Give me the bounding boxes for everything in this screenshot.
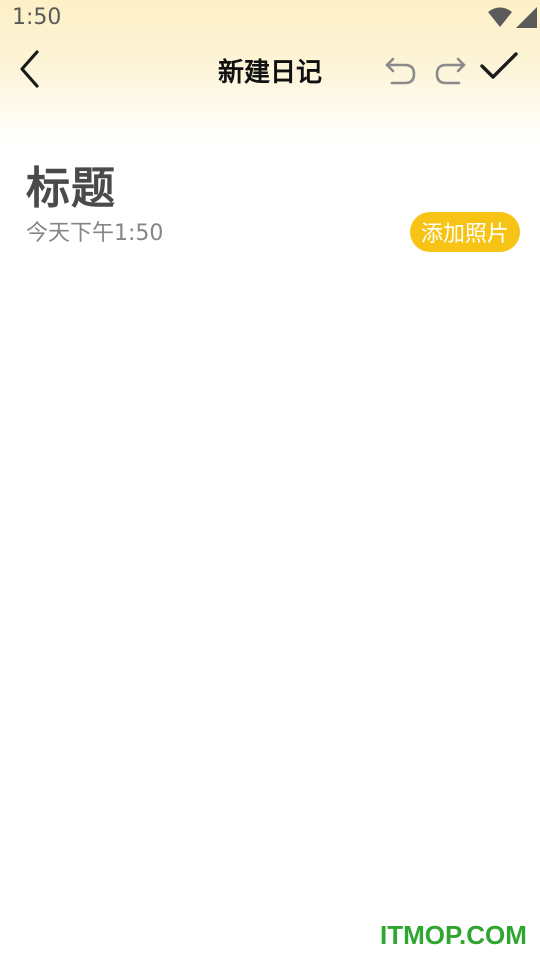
toolbar: 新建日记 [0, 40, 540, 100]
checkmark-icon [480, 52, 518, 79]
note-date: 今天下午1:50 [26, 221, 164, 246]
chevron-left-icon [20, 50, 39, 88]
back-button[interactable] [8, 47, 52, 91]
add-photo-button[interactable]: 添加照片 [410, 212, 520, 252]
status-bar: 1:50 [0, 0, 540, 38]
note-title-input[interactable]: 标题 [26, 152, 116, 216]
undo-button[interactable] [379, 49, 423, 93]
cellular-signal-icon [516, 7, 537, 28]
undo-icon [385, 57, 416, 85]
redo-icon [435, 57, 466, 85]
wifi-icon [488, 7, 512, 27]
watermark: ITMOP.COM [380, 920, 527, 950]
status-time: 1:50 [12, 5, 62, 30]
save-button[interactable] [477, 45, 521, 89]
redo-button[interactable] [428, 49, 472, 93]
